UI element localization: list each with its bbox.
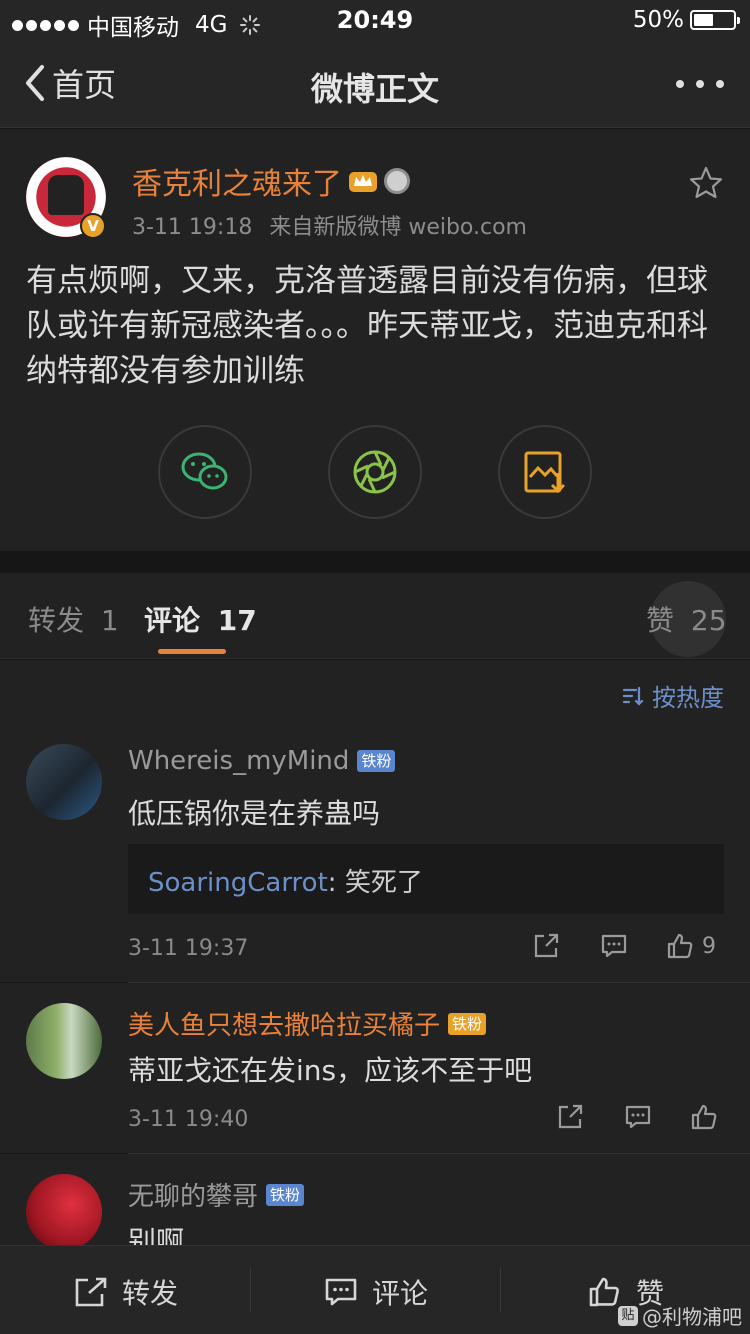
nav-bar: 首页 微博正文 [0,40,750,128]
crown-member-icon [349,172,377,192]
verified-badge-icon: V [80,213,106,239]
tab-comments-label: 评论 [144,604,201,637]
tab-comments[interactable]: 评论 17 [144,599,257,639]
moments-icon [353,450,397,494]
sort-icon [622,686,644,706]
active-tab-indicator [158,649,226,654]
commenter-name-row: Whereis_myMind 铁粉 [128,746,396,776]
battery-status: 50% [632,7,740,33]
commenter-avatar[interactable] [26,744,102,820]
comment-like-count: 9 [702,933,716,959]
sort-by-hot-button[interactable]: 按热度 [622,678,724,713]
repost-button[interactable]: 转发 [74,1272,178,1312]
commenter-name-row: 美人鱼只想去撒哈拉买橘子 铁粉 [128,1005,487,1042]
save-image-button[interactable] [498,425,592,519]
reply-text: 笑死了 [344,868,423,898]
page-title: 微博正文 [310,70,439,108]
tab-comments-count: 17 [217,604,257,637]
wechat-icon [181,452,228,490]
comment-label: 评论 [372,1277,429,1310]
commenter-name[interactable]: 无聊的攀哥 [128,1176,258,1213]
comment-time: 3-11 19:37 [128,936,249,961]
battery-icon [690,10,740,30]
share-wechat-button[interactable] [158,425,252,519]
author-name-row: 香克利之魂来了 [132,159,410,203]
tab-likes[interactable]: 赞 25 [646,599,727,639]
status-bar: 中国移动 4G 20:49 50% [0,0,750,41]
repost-label: 转发 [122,1277,179,1310]
tab-likes-count: 25 [690,604,727,637]
favorite-star-icon[interactable] [688,165,724,201]
post-text: 有点烦啊，又来，克洛普透露目前没有伤病，但球队或许有新冠感染者。。。昨天蒂亚戈，… [26,263,708,389]
save-image-icon [524,451,566,494]
tieba-logo-icon: 贴 [618,1305,638,1326]
like-comment-button[interactable] [690,1103,718,1131]
post-meta: 3-11 19:18 来自新版微博 weibo.com [132,209,527,241]
thumbs-up-icon [589,1277,619,1307]
post-tabs: 转发 1 评论 17 赞 25 [0,573,750,659]
watermark-text: @利物浦吧 [642,1305,742,1329]
comment-item: 美人鱼只想去撒哈拉买橘子 铁粉 蒂亚戈还在发ins，应该不至于吧 3-11 19… [0,983,750,1153]
comment-item: Whereis_myMind 铁粉 低压锅你是在养蛊吗 SoaringCarro… [0,726,750,982]
commenter-avatar[interactable] [26,1174,102,1245]
comment-text: 蒂亚戈还在发ins，应该不至于吧 [128,1054,533,1087]
share-out-icon [534,933,559,958]
sort-bar: 按热度 [0,660,750,726]
comment-icon [325,1278,357,1306]
author-name[interactable]: 香克利之魂来了 [132,159,342,203]
post-time: 3-11 19:18 [132,215,253,240]
comment-bubble-icon [601,934,627,958]
battery-percent: 50% [632,7,684,33]
bottom-action-bar: 转发 评论 赞 贴 @利物浦吧 [0,1245,750,1334]
sort-label: 按热度 [652,684,724,712]
share-out-icon [558,1104,583,1129]
reply-comment-button[interactable] [600,932,628,960]
repost-comment-button[interactable] [556,1103,584,1131]
tab-repost-label: 转发 [28,604,85,637]
comment-item: 无聊的攀哥 铁粉 别啊 [0,1154,750,1245]
tab-repost[interactable]: 转发 1 [28,599,119,639]
fan-badge: 铁粉 [357,750,396,772]
thumbs-up-icon [667,933,693,959]
commenter-name-row: 无聊的攀哥 铁粉 [128,1176,305,1213]
comment-button[interactable]: 评论 [324,1272,428,1312]
post-source: 来自新版微博 weibo.com [269,215,527,240]
post-card: V 香克利之魂来了 3-11 19:18 来自新版微博 weibo.com 有点… [0,129,750,551]
comment-time: 3-11 19:40 [128,1107,249,1132]
commenter-name[interactable]: 美人鱼只想去撒哈拉买橘子 [128,1005,440,1042]
commenter-name[interactable]: Whereis_myMind [128,746,349,776]
thumbs-up-icon [691,1104,717,1130]
medal-icon [384,168,410,194]
repost-icon [75,1277,107,1307]
more-menu-icon[interactable] [676,80,724,88]
repost-comment-button[interactable] [532,932,560,960]
tab-likes-label: 赞 [646,604,675,637]
comment-bubble-icon [625,1105,651,1129]
fan-badge: 铁粉 [266,1183,305,1206]
fan-badge: 铁粉 [448,1012,487,1035]
comment-text: 别啊 [128,1225,185,1245]
tab-repost-count: 1 [100,604,119,637]
bar-divider [500,1268,501,1312]
tieba-watermark: 贴 @利物浦吧 [618,1301,742,1330]
reply-comment-button[interactable] [624,1103,652,1131]
bar-divider [250,1268,251,1312]
like-comment-button[interactable]: 9 [666,932,716,960]
reply-user[interactable]: SoaringCarrot [148,868,328,898]
share-moments-button[interactable] [328,425,422,519]
reply-preview[interactable]: SoaringCarrot: 笑死了 [128,844,724,914]
comment-text: 低压锅你是在养蛊吗 [128,797,381,830]
commenter-avatar[interactable] [26,1003,102,1079]
